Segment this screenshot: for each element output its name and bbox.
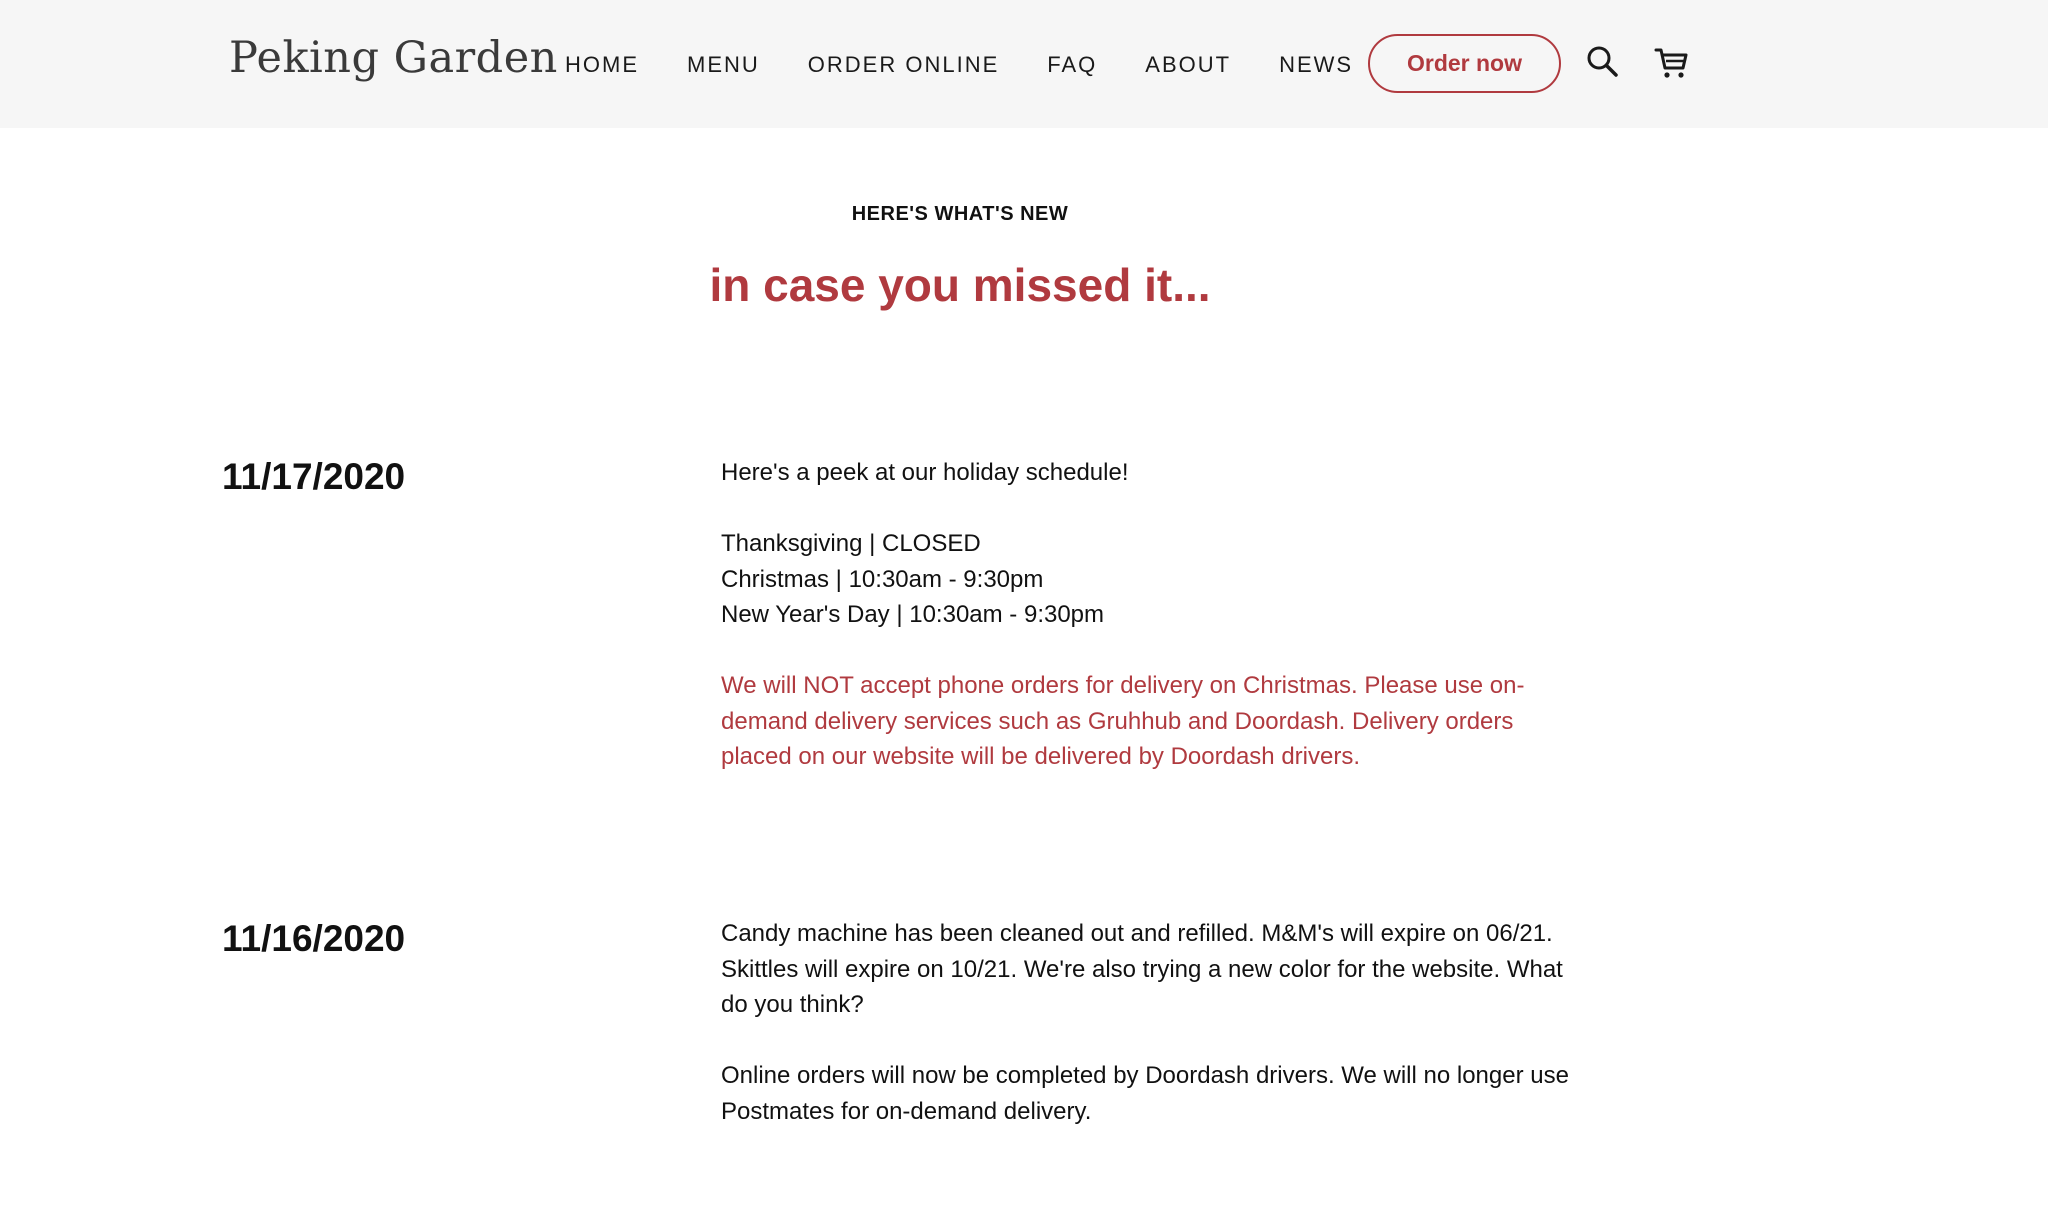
nav-menu[interactable]: MENU [687,52,760,78]
delivery-notice: We will NOT accept phone orders for deli… [721,672,1525,770]
search-icon [1587,46,1618,77]
schedule-line: Thanksgiving | CLOSED [721,530,981,557]
section-title: in case you missed it... [709,259,1211,311]
post-date: 11/17/2020 [222,456,406,497]
nav-news[interactable]: NEWS [1279,52,1353,78]
post-paragraph: Candy machine has been cleaned out and r… [721,920,1563,1018]
order-now-button[interactable]: Order now [1368,34,1561,93]
section-eyebrow: HERE'S WHAT'S NEW [851,203,1069,225]
post-paragraph: Online orders will now be completed by D… [721,1062,1569,1125]
search-button[interactable] [1583,42,1623,82]
post-date: 11/16/2020 [222,918,406,959]
site-logo[interactable]: Peking Garden [229,33,558,83]
post-body: Here's a peek at our holiday schedule! T… [721,455,1581,775]
nav-order-online[interactable]: ORDER ONLINE [808,52,999,78]
site-header: Peking Garden HOME MENU ORDER ONLINE FAQ… [0,0,2048,128]
nav-about[interactable]: ABOUT [1145,52,1231,78]
cart-icon [1654,48,1688,78]
schedule-line: Christmas | 10:30am - 9:30pm [721,565,1044,593]
cart-button[interactable] [1652,42,1692,82]
nav-faq[interactable]: FAQ [1047,52,1097,78]
main-nav: HOME MENU ORDER ONLINE FAQ ABOUT NEWS [565,52,1401,78]
nav-home[interactable]: HOME [565,52,639,78]
schedule-line: New Year's Day | 10:30am - 9:30pm [721,601,1105,628]
post-intro: Here's a peek at our holiday schedule! [721,459,1129,486]
post-body: Candy machine has been cleaned out and r… [721,916,1581,1129]
